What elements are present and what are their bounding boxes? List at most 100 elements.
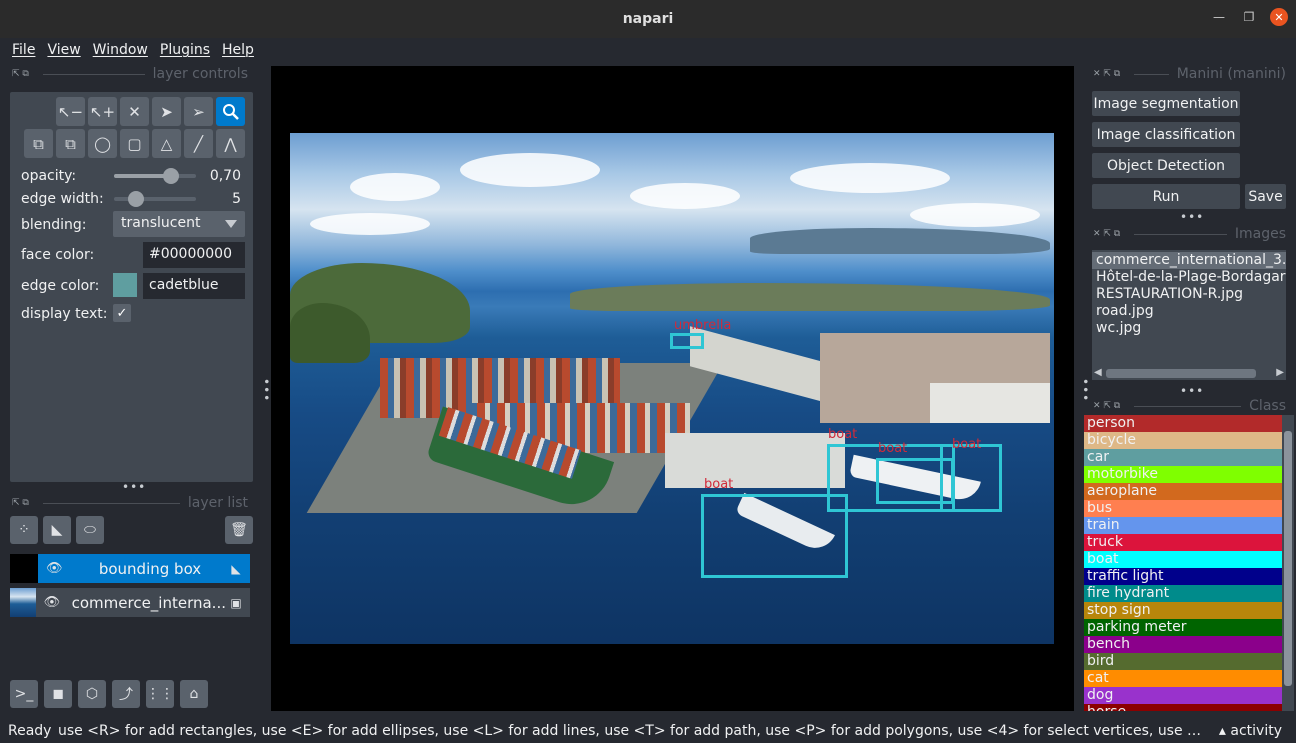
class-item[interactable]: bird bbox=[1084, 653, 1282, 670]
class-item[interactable]: bicycle bbox=[1084, 432, 1282, 449]
activity-button[interactable]: ▴ activity bbox=[1219, 723, 1282, 739]
class-item[interactable]: bench bbox=[1084, 636, 1282, 653]
splitter-handle-right[interactable]: ••• bbox=[1078, 378, 1092, 402]
path-icon[interactable]: ⋀ bbox=[216, 129, 245, 158]
opacity-slider-thumb[interactable] bbox=[163, 168, 180, 184]
layer-row-image[interactable]: 👁 commerce_interna... ▣ bbox=[10, 588, 250, 617]
class-item[interactable]: horse bbox=[1084, 704, 1282, 711]
class-item[interactable]: stop sign bbox=[1084, 602, 1282, 619]
grid-icon[interactable]: ⋮⋮ bbox=[146, 680, 174, 708]
close-icon[interactable]: ✕ bbox=[1270, 8, 1288, 26]
delete-shape-icon[interactable]: ✕ bbox=[120, 97, 149, 126]
dock-resize-handle[interactable]: ••• bbox=[122, 480, 146, 494]
move-back-icon[interactable]: ⧉ bbox=[24, 129, 53, 158]
select-icon[interactable]: ➤ bbox=[152, 97, 181, 126]
edge-color-swatch[interactable] bbox=[113, 273, 137, 297]
ndisplay-icon[interactable]: ◼ bbox=[44, 680, 72, 708]
display-text-checkbox[interactable]: ✓ bbox=[113, 304, 131, 322]
bounding-box[interactable] bbox=[701, 494, 848, 578]
bounding-box[interactable] bbox=[670, 333, 704, 349]
class-item[interactable]: person bbox=[1084, 415, 1282, 432]
class-item[interactable]: parking meter bbox=[1084, 619, 1282, 636]
images-list[interactable]: commerce_international_3.jpg Hôtel-de-la… bbox=[1092, 250, 1286, 380]
new-points-icon[interactable]: ⁘ bbox=[10, 516, 38, 544]
class-item[interactable]: aeroplane bbox=[1084, 483, 1282, 500]
roll-icon[interactable]: ⬡ bbox=[78, 680, 106, 708]
run-button[interactable]: Run bbox=[1092, 184, 1240, 209]
ellipse-icon[interactable]: ◯ bbox=[88, 129, 117, 158]
class-item[interactable]: bus bbox=[1084, 500, 1282, 517]
list-item[interactable]: RESTAURATION-R.jpg bbox=[1096, 286, 1282, 303]
layer-row-bounding-box[interactable]: 👁 bounding box ◣ bbox=[10, 554, 250, 583]
close-icon[interactable]: ✕ ⇱ ⧉ bbox=[1093, 69, 1120, 79]
edge-width-slider-thumb[interactable] bbox=[128, 191, 144, 207]
bounding-box[interactable] bbox=[940, 444, 1002, 512]
horizontal-scrollbar[interactable]: ◀ ▶ bbox=[1092, 367, 1286, 380]
scrollbar-thumb[interactable] bbox=[1106, 369, 1256, 378]
add-vertex-icon[interactable]: ↖+ bbox=[88, 97, 117, 126]
polygon-icon[interactable]: △ bbox=[152, 129, 181, 158]
new-shapes-icon[interactable]: ◣ bbox=[43, 516, 71, 544]
edge-color-input[interactable]: cadetblue bbox=[143, 273, 245, 299]
scroll-right-icon[interactable]: ▶ bbox=[1276, 367, 1284, 378]
vertical-scrollbar[interactable] bbox=[1282, 415, 1294, 711]
list-item[interactable]: Hôtel-de-la-Plage-Bordagaray bbox=[1096, 269, 1286, 286]
viewer-buttons: >_ ◼ ⬡ ⤴ ⋮⋮ ⌂ bbox=[10, 680, 208, 708]
zoom-icon[interactable] bbox=[216, 97, 245, 126]
face-color-input[interactable]: #00000000 bbox=[143, 242, 245, 268]
title-bar: napari — ❐ ✕ bbox=[0, 0, 1296, 38]
scrollbar-thumb[interactable] bbox=[1284, 431, 1292, 686]
float-icon[interactable]: ⇱ ⧉ bbox=[12, 498, 29, 508]
dock-resize-handle[interactable]: ••• bbox=[1180, 384, 1204, 398]
float-icon[interactable]: ⇱ ⧉ bbox=[12, 69, 29, 79]
class-item[interactable]: boat bbox=[1084, 551, 1282, 568]
direct-select-icon[interactable]: ➢ bbox=[184, 97, 213, 126]
delete-layer-icon[interactable]: 🗑 bbox=[225, 516, 253, 544]
close-icon[interactable]: ✕ ⇱ ⧉ bbox=[1093, 401, 1120, 411]
close-icon[interactable]: ✕ ⇱ ⧉ bbox=[1093, 229, 1120, 239]
menu-help[interactable]: Help bbox=[222, 42, 254, 58]
viewer-canvas[interactable]: umbrella boat boat boat boat bbox=[271, 66, 1074, 711]
opacity-slider[interactable] bbox=[114, 168, 196, 184]
class-item[interactable]: truck bbox=[1084, 534, 1282, 551]
console-icon[interactable]: >_ bbox=[10, 680, 38, 708]
class-item[interactable]: car bbox=[1084, 449, 1282, 466]
line-icon[interactable]: ╱ bbox=[184, 129, 213, 158]
new-labels-icon[interactable]: ⬭ bbox=[76, 516, 104, 544]
menu-plugins[interactable]: Plugins bbox=[160, 42, 210, 58]
class-item[interactable]: dog bbox=[1084, 687, 1282, 704]
class-item[interactable]: train bbox=[1084, 517, 1282, 534]
object-detection-button[interactable]: Object Detection bbox=[1092, 153, 1240, 178]
rectangle-icon[interactable]: ▢ bbox=[120, 129, 149, 158]
menu-file[interactable]: File bbox=[12, 42, 35, 58]
class-item[interactable]: fire hydrant bbox=[1084, 585, 1282, 602]
blending-dropdown[interactable]: translucent bbox=[113, 211, 245, 237]
edge-width-slider[interactable] bbox=[114, 191, 196, 207]
edge-width-value: 5 bbox=[232, 191, 241, 207]
eye-icon[interactable]: 👁 bbox=[46, 561, 63, 576]
menu-window[interactable]: Window bbox=[93, 42, 148, 58]
class-item[interactable]: cat bbox=[1084, 670, 1282, 687]
transpose-icon[interactable]: ⤴ bbox=[112, 680, 140, 708]
blending-value: translucent bbox=[121, 215, 201, 231]
list-item[interactable]: road.jpg bbox=[1096, 303, 1282, 320]
image-segmentation-button[interactable]: Image segmentation bbox=[1092, 91, 1240, 116]
class-item[interactable]: traffic light bbox=[1084, 568, 1282, 585]
scroll-left-icon[interactable]: ◀ bbox=[1094, 367, 1102, 378]
image-classification-button[interactable]: Image classification bbox=[1092, 122, 1240, 147]
maximize-icon[interactable]: ❐ bbox=[1240, 8, 1258, 26]
save-button[interactable]: Save bbox=[1245, 184, 1286, 209]
home-icon[interactable]: ⌂ bbox=[180, 680, 208, 708]
list-item[interactable]: commerce_international_3.jpg bbox=[1092, 252, 1286, 269]
move-front-icon[interactable]: ⧉ bbox=[56, 129, 85, 158]
bbox-label: boat bbox=[828, 427, 858, 442]
dock-resize-handle[interactable]: ••• bbox=[1180, 210, 1204, 224]
eye-icon[interactable]: 👁 bbox=[44, 595, 61, 610]
menu-view[interactable]: View bbox=[47, 42, 80, 58]
list-item[interactable]: wc.jpg bbox=[1096, 320, 1282, 337]
bbox-label: boat bbox=[952, 437, 982, 452]
class-list[interactable]: person bicycle car motorbike aeroplane bus tra… bbox=[1084, 415, 1282, 711]
class-item[interactable]: motorbike bbox=[1084, 466, 1282, 483]
delete-vertex-icon[interactable]: ↖− bbox=[56, 97, 85, 126]
minimize-icon[interactable]: — bbox=[1210, 8, 1228, 26]
